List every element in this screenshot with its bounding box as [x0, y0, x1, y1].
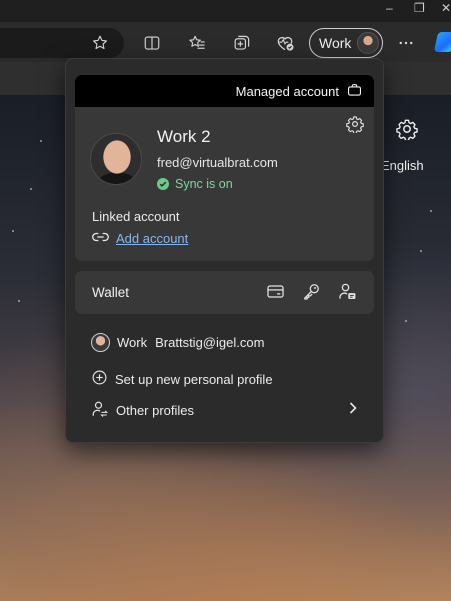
star	[430, 210, 432, 212]
sync-status-label: Sync is on	[175, 177, 233, 191]
star	[405, 320, 407, 322]
other-profile-work[interactable]: Work Brattstig@igel.com	[91, 333, 264, 352]
copilot-icon[interactable]	[433, 32, 451, 52]
language-label[interactable]: English	[381, 158, 424, 173]
browser-toolbar: Work	[0, 22, 451, 62]
managed-account-label: Managed account	[235, 83, 339, 99]
profile-flyout: Managed account Work 2 fred@virtualbrat.…	[65, 58, 384, 443]
restore-button[interactable]: ❐	[414, 1, 425, 15]
profile-avatar	[90, 133, 142, 185]
password-key-icon[interactable]	[302, 282, 321, 306]
add-account-link[interactable]: Add account	[92, 231, 188, 246]
star	[40, 140, 42, 142]
split-screen-icon[interactable]	[139, 30, 165, 56]
star	[420, 250, 422, 252]
wallet-label: Wallet	[92, 285, 130, 300]
linked-account-label: Linked account	[92, 209, 180, 224]
managed-account-bar[interactable]: Managed account	[75, 75, 374, 107]
chevron-right-icon[interactable]	[347, 401, 359, 420]
briefcase-icon	[347, 83, 362, 100]
profile-button-label: Work	[319, 35, 352, 51]
close-button[interactable]: ✕	[441, 1, 451, 15]
profile-email: fred@virtualbrat.com	[157, 155, 278, 170]
add-account-label[interactable]: Add account	[116, 231, 188, 246]
new-profile-label: Set up new personal profile	[115, 371, 273, 387]
star	[30, 188, 32, 190]
other-profile-name: Work	[117, 335, 148, 350]
avatar	[91, 333, 110, 352]
star-icon[interactable]	[87, 30, 113, 56]
other-profile-email: Brattstig@igel.com	[155, 335, 265, 350]
sync-status: Sync is on	[157, 177, 233, 191]
performance-icon[interactable]	[272, 30, 298, 56]
avatar	[357, 32, 380, 54]
link-icon	[92, 231, 109, 246]
other-profiles[interactable]: Other profiles	[91, 400, 194, 421]
collections-icon[interactable]	[228, 30, 254, 56]
star	[18, 300, 20, 302]
minimize-button[interactable]: –	[386, 1, 393, 15]
add-circle-icon	[91, 369, 108, 389]
payment-card-icon[interactable]	[266, 282, 285, 306]
other-profiles-label: Other profiles	[116, 403, 195, 418]
star	[12, 230, 14, 232]
profile-button[interactable]: Work	[309, 28, 383, 58]
switch-profile-icon	[91, 400, 109, 421]
wallet-section[interactable]: Wallet	[75, 271, 374, 314]
profile-settings-icon[interactable]	[346, 115, 364, 138]
set-up-new-profile[interactable]: Set up new personal profile	[91, 369, 273, 389]
title-bar: – ❐ ✕	[0, 0, 451, 22]
personal-info-icon[interactable]	[338, 282, 357, 306]
more-icon[interactable]	[393, 30, 419, 56]
account-card: Managed account Work 2 fred@virtualbrat.…	[75, 75, 374, 261]
page-settings-icon[interactable]	[396, 118, 418, 145]
favorites-icon[interactable]	[184, 30, 210, 56]
check-circle-icon	[157, 178, 169, 190]
profile-name: Work 2	[157, 127, 211, 146]
